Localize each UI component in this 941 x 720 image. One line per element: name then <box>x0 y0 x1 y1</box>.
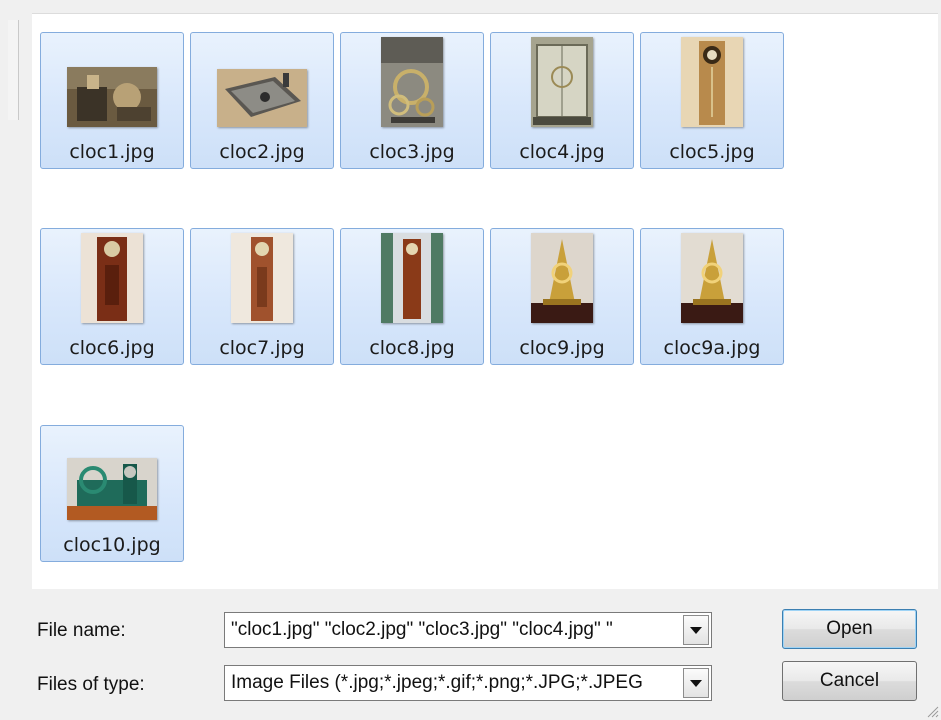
chevron-down-icon <box>690 626 702 634</box>
file-name-label: cloc9a.jpg <box>663 337 761 359</box>
thumbnail-longcase-clock-photo <box>57 233 167 323</box>
file-name-label-text: File name: <box>37 620 126 641</box>
file-tile-cloc4[interactable]: cloc4.jpg <box>490 32 634 169</box>
file-name-dropdown-button[interactable] <box>683 615 709 645</box>
thumbnail-longcase-clock-photo <box>207 233 317 323</box>
navigation-pane-edge <box>0 0 32 600</box>
file-tile-cloc8[interactable]: cloc8.jpg <box>340 228 484 365</box>
file-name-label: cloc6.jpg <box>69 337 155 359</box>
thumbnail-skeleton-clock-photo <box>657 233 767 323</box>
file-tile-cloc3[interactable]: cloc3.jpg <box>340 32 484 169</box>
file-type-combobox[interactable]: Image Files (*.jpg;*.jpeg;*.gif;*.png;*.… <box>224 665 712 701</box>
file-name-input[interactable]: "cloc1.jpg" "cloc2.jpg" "cloc3.jpg" "clo… <box>231 619 681 641</box>
thumbnail-skeleton-clock-photo <box>507 233 617 323</box>
file-name-label: cloc1.jpg <box>69 141 155 163</box>
file-list-pane[interactable]: cloc1.jpg cloc2.jpg cloc3.jpg cloc4.jpg … <box>32 13 938 589</box>
resize-grip-icon[interactable] <box>925 704 939 718</box>
file-tile-cloc5[interactable]: cloc5.jpg <box>640 32 784 169</box>
file-tile-cloc2[interactable]: cloc2.jpg <box>190 32 334 169</box>
file-tile-cloc1[interactable]: cloc1.jpg <box>40 32 184 169</box>
thumbnail-wall-clock-photo <box>657 37 767 127</box>
thumbnail-green-machine-photo <box>57 448 167 520</box>
thumbnail-clock-mechanism-photo <box>357 37 467 127</box>
file-name-label: cloc2.jpg <box>219 141 305 163</box>
thumbnail-workbench-photo <box>57 55 167 127</box>
file-tile-cloc6[interactable]: cloc6.jpg <box>40 228 184 365</box>
chevron-down-icon <box>690 679 702 687</box>
nav-pane-scrollbar[interactable] <box>8 20 19 120</box>
thumbnail-clock-plate-photo <box>207 55 317 127</box>
file-type-dropdown-button[interactable] <box>683 668 709 698</box>
file-name-label: cloc5.jpg <box>669 141 755 163</box>
file-name-label: cloc4.jpg <box>519 141 605 163</box>
file-name-label: cloc7.jpg <box>219 337 305 359</box>
open-button[interactable]: Open <box>782 609 917 649</box>
file-name-label: cloc8.jpg <box>369 337 455 359</box>
file-tile-cloc10[interactable]: cloc10.jpg <box>40 425 184 562</box>
file-tile-cloc7[interactable]: cloc7.jpg <box>190 228 334 365</box>
thumbnail-glass-clock-photo <box>507 37 617 127</box>
file-type-label-text: Files of type: <box>37 674 145 695</box>
file-tile-cloc9a[interactable]: cloc9a.jpg <box>640 228 784 365</box>
file-tile-cloc9[interactable]: cloc9.jpg <box>490 228 634 365</box>
file-name-label: cloc3.jpg <box>369 141 455 163</box>
file-name-label: cloc10.jpg <box>63 534 161 556</box>
file-type-select[interactable]: Image Files (*.jpg;*.jpeg;*.gif;*.png;*.… <box>231 672 681 694</box>
cancel-button[interactable]: Cancel <box>782 661 917 701</box>
file-name-label: cloc9.jpg <box>519 337 605 359</box>
thumbnail-longcase-clock-photo <box>357 233 467 323</box>
file-name-combobox[interactable]: "cloc1.jpg" "cloc2.jpg" "cloc3.jpg" "clo… <box>224 612 712 648</box>
